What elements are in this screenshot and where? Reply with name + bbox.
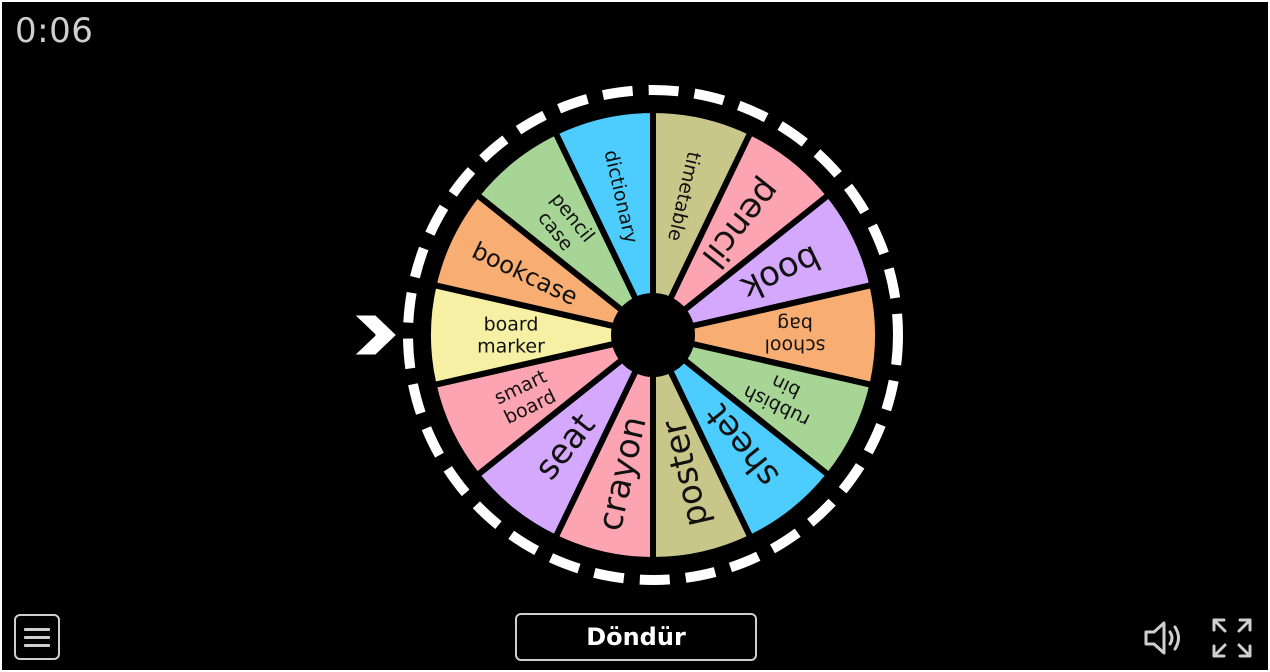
menu-button[interactable]	[14, 614, 60, 660]
sound-button[interactable]	[1140, 616, 1188, 660]
menu-icon	[24, 627, 50, 631]
fullscreen-icon	[1212, 618, 1252, 658]
spin-button[interactable]: Döndür	[515, 613, 757, 661]
chevron-right-icon	[350, 312, 400, 358]
game-frame: 0:06 timetable pencil book schoolbag rubbish…	[2, 2, 1268, 670]
fullscreen-button[interactable]	[1208, 614, 1256, 662]
speaker-icon	[1144, 621, 1180, 655]
